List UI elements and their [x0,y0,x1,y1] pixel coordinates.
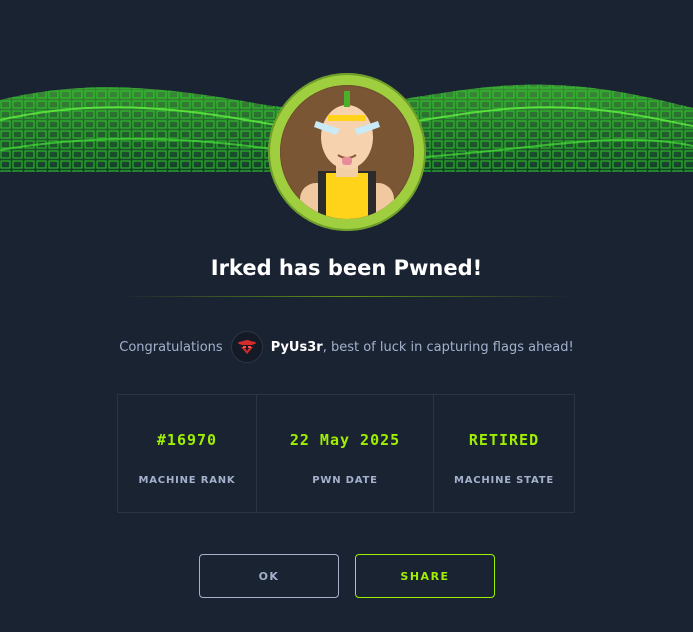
stat-value: #16970 [156,431,218,449]
share-button[interactable]: SHARE [355,554,495,598]
stat-label: PWN DATE [312,475,378,486]
stat-machine-state: RETIRED MACHINE STATE [434,395,574,512]
hacker-avatar-icon [230,331,263,363]
stat-pwn-date: 22 May 2025 PWN DATE [257,395,434,512]
stat-value: RETIRED [468,431,540,449]
title-divider [120,296,573,297]
congrats-message: Congratulations PyUs3r , best of luck in… [0,330,693,364]
machine-avatar [268,73,426,231]
congrats-suffix: , best of luck in capturing flags ahead! [322,339,574,355]
congrats-prefix: Congratulations [119,339,223,355]
stat-value: 22 May 2025 [289,431,401,449]
username: PyUs3r [270,339,323,355]
stats-panel: #16970 MACHINE RANK 22 May 2025 PWN DATE… [117,394,575,513]
machine-avatar-icon [280,85,414,219]
ok-button[interactable]: OK [199,554,339,598]
stat-label: MACHINE RANK [138,475,236,486]
page-title: Irked has been Pwned! [210,256,483,280]
stat-machine-rank: #16970 MACHINE RANK [118,395,257,512]
stat-label: MACHINE STATE [453,475,555,486]
